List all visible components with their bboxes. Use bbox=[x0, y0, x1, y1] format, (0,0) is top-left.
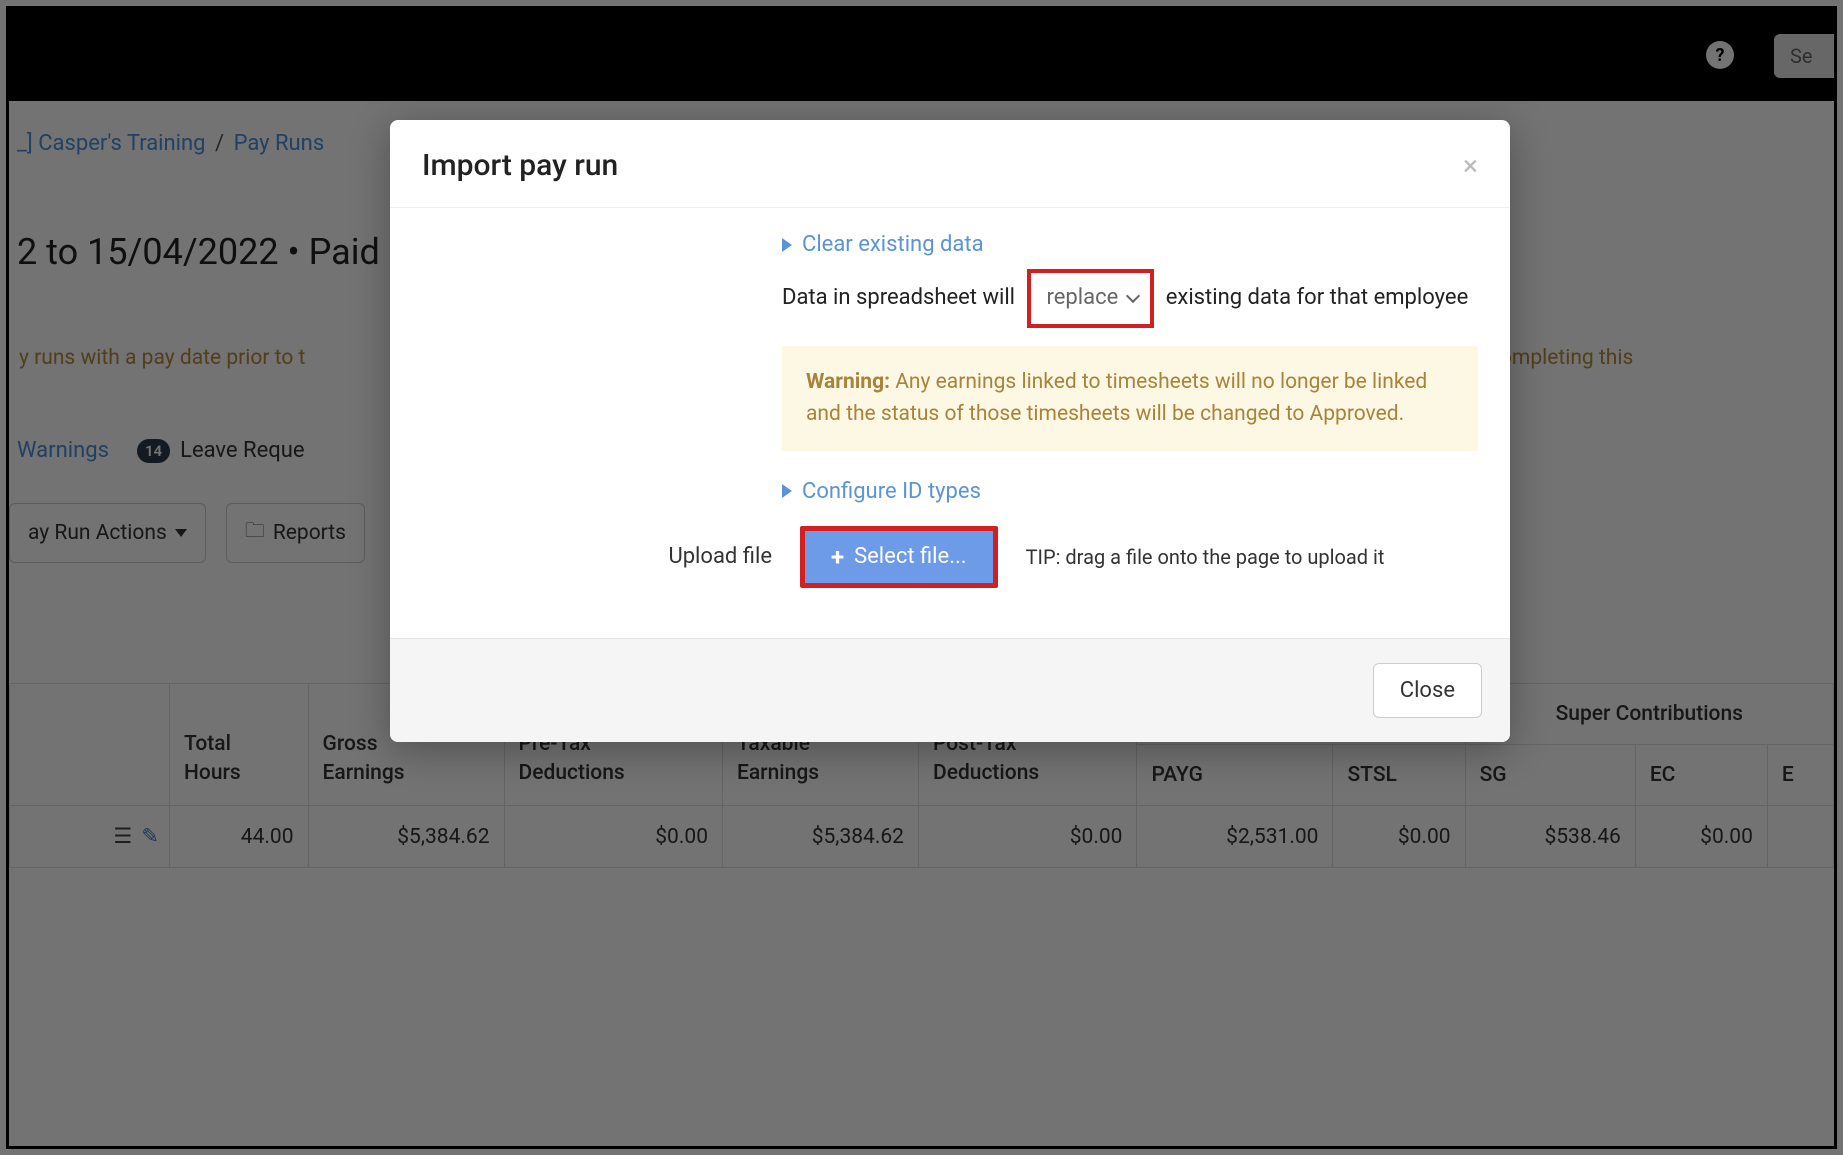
chevron-right-icon bbox=[782, 238, 792, 252]
replace-select[interactable]: replace bbox=[1027, 269, 1155, 328]
plus-icon: + bbox=[831, 543, 844, 571]
chevron-right-icon bbox=[782, 484, 792, 498]
close-icon[interactable]: × bbox=[1463, 152, 1478, 180]
import-payrun-modal: Import pay run × Clear existing data Dat… bbox=[390, 120, 1510, 742]
upload-file-label: Upload file bbox=[602, 544, 772, 569]
select-file-button[interactable]: + Select file... bbox=[800, 526, 998, 588]
upload-tip: TIP: drag a file onto the page to upload… bbox=[1026, 545, 1385, 569]
configure-id-types-link[interactable]: Configure ID types bbox=[782, 479, 1478, 504]
clear-existing-data-link[interactable]: Clear existing data bbox=[782, 232, 1478, 257]
data-behaviour-text: Data in spreadsheet will replace existin… bbox=[782, 285, 1468, 310]
modal-title: Import pay run bbox=[422, 148, 618, 183]
chevron-down-icon bbox=[1126, 289, 1140, 303]
timesheet-warning: Warning: Any earnings linked to timeshee… bbox=[782, 346, 1478, 451]
close-button[interactable]: Close bbox=[1373, 663, 1482, 718]
